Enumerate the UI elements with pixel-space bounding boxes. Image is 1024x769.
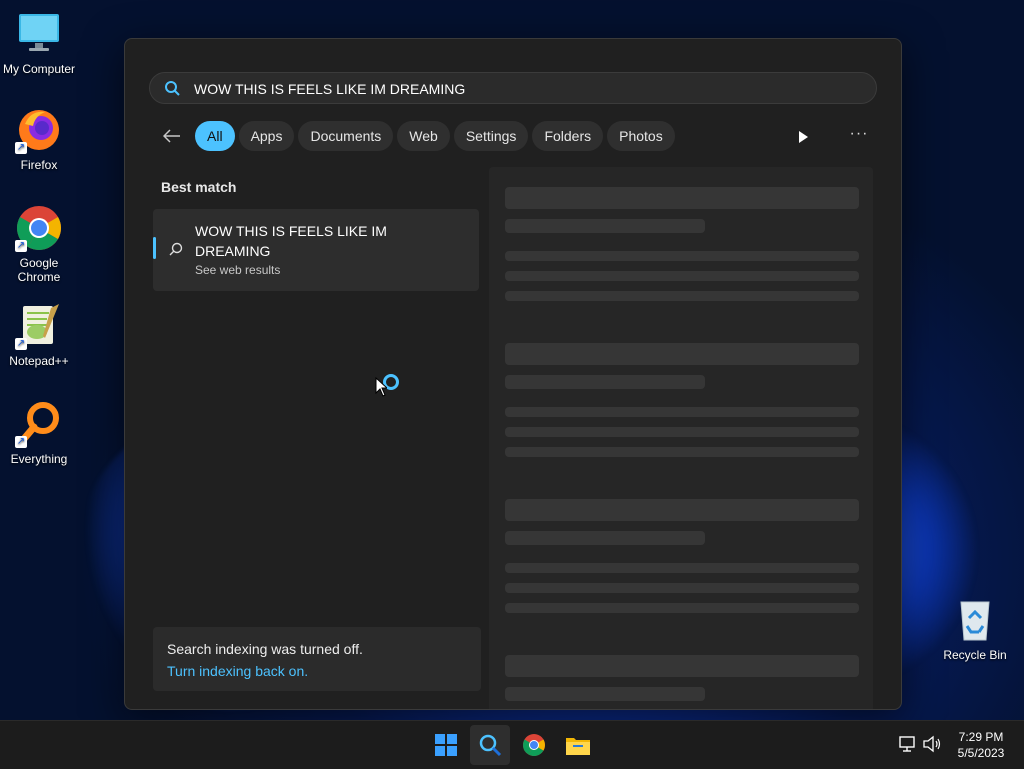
indexing-notice: Search indexing was turned off. Turn ind… [153,627,481,691]
taskbar-file-explorer-button[interactable] [558,725,598,765]
more-options-button[interactable]: ··· [847,125,871,147]
desktop-icon-label: Firefox [20,158,58,172]
filter-chip-apps[interactable]: Apps [238,121,295,151]
shortcut-arrow-icon: ↗ [15,240,27,252]
best-match-title: WOW THIS IS FEELS LIKE IM DREAMING [195,223,387,259]
skeleton-line [505,375,705,389]
taskbar-search-button[interactable] [470,725,510,765]
skeleton-line [505,219,705,233]
desktop-icon-everything[interactable]: ↗ Everything [1,400,77,466]
skeleton-line [505,583,859,593]
clock-time: 7:29 PM [958,730,1004,744]
skeleton-line [505,271,859,281]
skeleton-block [505,187,859,209]
shortcut-arrow-icon: ↗ [15,338,27,350]
skeleton-block [505,499,859,521]
chrome-icon: ↗ [15,204,63,252]
best-match-result[interactable]: WOW THIS IS FEELS LIKE IM DREAMING See w… [153,209,479,291]
desktop-icon-label: My Computer [2,62,76,76]
skeleton-line [505,251,859,261]
best-match-subtitle: See web results [195,263,281,277]
skeleton-line [505,531,705,545]
indexing-notice-text: Search indexing was turned off. [167,641,363,657]
search-icon [164,80,180,101]
selection-indicator [153,237,156,259]
search-box[interactable] [149,72,877,105]
desktop-icon-notepadpp[interactable]: ↗ Notepad++ [1,302,77,368]
desktop-icon-chrome[interactable]: ↗ Google Chrome [1,204,77,284]
desktop-icon-label: Notepad++ [9,354,69,368]
back-arrow-icon[interactable] [155,120,189,152]
taskbar-chrome-button[interactable] [514,725,554,765]
desktop-icon-firefox[interactable]: ↗ Firefox [1,106,77,172]
skeleton-block [505,655,859,677]
desktop-icon-recycle-bin[interactable]: Recycle Bin [937,596,1013,662]
folder-icon [566,738,590,755]
skeleton-line [505,563,859,573]
windows-logo-icon [435,734,457,756]
mouse-pointer-icon [375,376,389,402]
chrome-icon [523,734,545,756]
skeleton-line [505,603,859,613]
search-icon [169,242,183,261]
skeleton-line [505,427,859,437]
best-match-heading: Best match [161,179,237,195]
shortcut-arrow-icon: ↗ [15,436,27,448]
notepadpp-icon: ↗ [15,302,63,350]
desktop-icon-label: Google Chrome [17,256,61,284]
search-input[interactable] [192,73,856,105]
skeleton-line [505,447,859,457]
taskbar: 7:29 PM 5/5/2023 [0,720,1024,769]
preview-pane-loading [489,167,873,709]
network-icon[interactable] [898,735,916,758]
skeleton-line [505,687,705,701]
filter-bar: All Apps Documents Web Settings Folders … [155,120,675,152]
desktop-icon-label: Everything [10,452,68,466]
search-panel: All Apps Documents Web Settings Folders … [124,38,902,710]
recycle-bin-icon [951,596,999,644]
desktop-icon-my-computer[interactable]: My Computer [1,10,77,76]
play-icon[interactable] [793,127,813,147]
filter-chip-settings[interactable]: Settings [453,121,529,151]
start-button[interactable] [426,725,466,765]
skeleton-line [505,407,859,417]
shortcut-arrow-icon: ↗ [15,142,27,154]
clock-date: 5/5/2023 [957,746,1005,760]
filter-chip-all[interactable]: All [195,121,235,151]
magnifier-orange-icon: ↗ [15,400,63,448]
volume-icon[interactable] [922,735,942,758]
filter-chip-folders[interactable]: Folders [532,121,604,151]
skeleton-block [505,343,859,365]
filter-chip-photos[interactable]: Photos [607,121,675,151]
system-clock[interactable]: 7:29 PM 5/5/2023 [946,729,1016,761]
turn-indexing-on-link[interactable]: Turn indexing back on. [167,663,308,679]
monitor-icon [15,10,63,58]
search-icon [479,734,502,757]
desktop-icon-label: Recycle Bin [943,648,1007,662]
filter-chip-web[interactable]: Web [397,121,450,151]
skeleton-line [505,291,859,301]
filter-chip-documents[interactable]: Documents [298,121,394,151]
firefox-icon: ↗ [15,106,63,154]
